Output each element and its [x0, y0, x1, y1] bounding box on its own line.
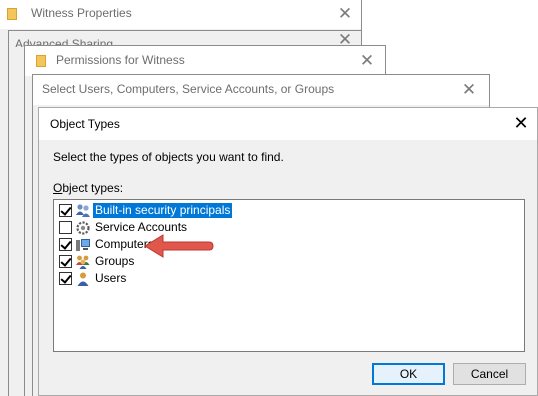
list-item-label: Users: [95, 271, 127, 285]
ok-button[interactable]: OK: [372, 363, 445, 385]
list-item-computers[interactable]: Computers: [59, 236, 156, 253]
built-in-security-principals-checkbox[interactable]: [59, 204, 72, 217]
witness-properties-title: Witness Properties: [31, 6, 132, 20]
select-users-title: Select Users, Computers, Service Account…: [42, 82, 335, 96]
service-accounts-checkbox[interactable]: [59, 221, 72, 234]
object-types-list[interactable]: Built-in security principals Service Acc…: [53, 199, 525, 352]
object-types-label-text: bject types:: [62, 181, 124, 195]
security-principals-icon: [75, 203, 91, 219]
list-item-built-in-security-principals[interactable]: Built-in security principals: [59, 202, 233, 219]
list-item-groups[interactable]: Groups: [59, 253, 136, 270]
users-checkbox[interactable]: [59, 272, 72, 285]
list-item-label: Built-in security principals: [93, 203, 233, 218]
service-accounts-icon: [75, 220, 91, 236]
object-types-title: Object Types: [50, 117, 120, 131]
witness-properties-titlebar[interactable]: Witness Properties ✕: [0, 0, 361, 29]
groups-checkbox[interactable]: [59, 255, 72, 268]
permissions-title: Permissions for Witness: [56, 53, 185, 67]
folder-icon: [7, 8, 17, 20]
list-item-users[interactable]: Users: [59, 270, 128, 287]
folder-icon: [36, 55, 46, 67]
object-types-label: Object types:: [53, 181, 123, 195]
user-icon: [75, 271, 91, 287]
close-icon[interactable]: ✕: [353, 48, 381, 74]
close-icon[interactable]: ✕: [455, 77, 483, 103]
object-types-dialog: Object Types ✕ Select the types of objec…: [38, 107, 538, 396]
list-item-label: Groups: [95, 254, 135, 268]
select-users-titlebar[interactable]: Select Users, Computers, Service Account…: [33, 75, 489, 105]
object-types-label-accelerator: O: [53, 181, 63, 195]
close-icon[interactable]: ✕: [507, 111, 535, 137]
close-icon[interactable]: ✕: [331, 1, 359, 27]
object-types-titlebar[interactable]: Object Types ✕: [39, 108, 537, 140]
permissions-titlebar[interactable]: Permissions for Witness ✕: [25, 46, 385, 76]
groups-icon: [75, 254, 91, 270]
annotation-arrow-icon: [144, 234, 214, 258]
computer-icon: [75, 237, 91, 253]
computers-checkbox[interactable]: [59, 238, 72, 251]
instruction-text: Select the types of objects you want to …: [53, 150, 284, 164]
cancel-button[interactable]: Cancel: [453, 363, 526, 385]
